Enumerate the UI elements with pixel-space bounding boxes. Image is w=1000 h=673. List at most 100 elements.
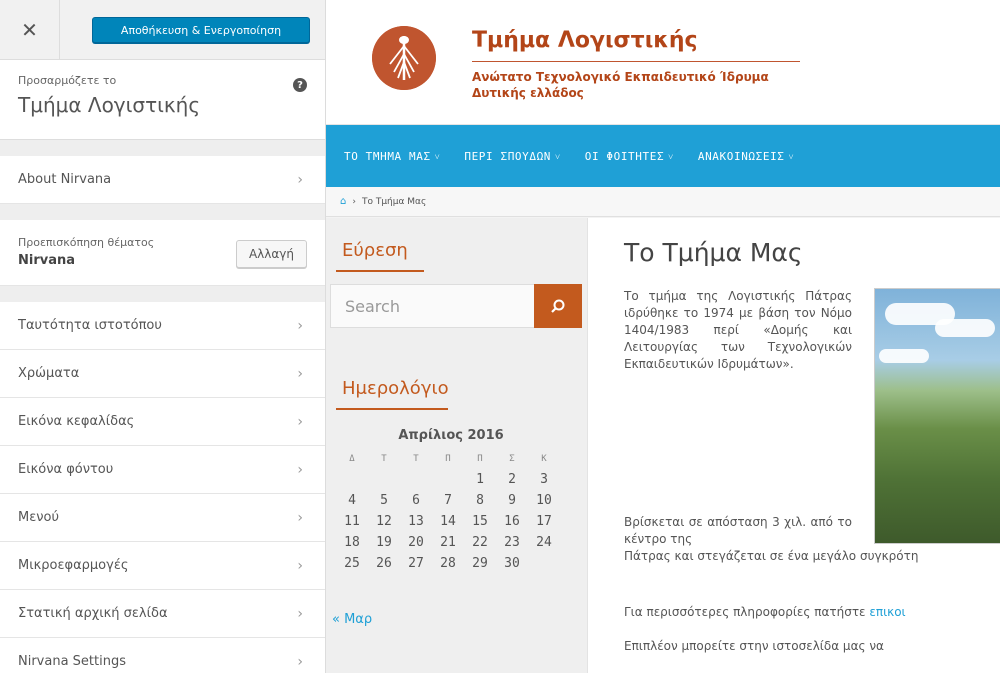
save-activate-button[interactable]: Αποθήκευση & Ενεργοποίηση: [92, 17, 310, 43]
calendar-weekday: Τ: [413, 453, 419, 464]
nav-item-students[interactable]: ΟΙ ΦΟΙΤΗΤΕΣ ˅: [585, 150, 674, 163]
section-label: Μικροεφαρμογές: [18, 558, 129, 573]
chevron-right-icon: ›: [297, 605, 303, 622]
section-site-identity[interactable]: Ταυτότητα ιστοτόπου ›: [0, 302, 325, 350]
section-colors[interactable]: Χρώματα ›: [0, 350, 325, 398]
change-theme-button[interactable]: Αλλαγή: [235, 240, 307, 268]
calendar-day: 25: [344, 556, 360, 571]
section-label: Στατική αρχική σελίδα: [18, 606, 168, 621]
section-label: Μενού: [18, 510, 59, 525]
location-paragraph-continued: Πάτρας και στεγάζεται σε ένα μεγάλο συγκ…: [624, 549, 919, 563]
section-nirvana-settings[interactable]: Nirvana Settings ›: [0, 638, 325, 673]
calendar-day: 7: [444, 493, 452, 508]
section-label: Ταυτότητα ιστοτόπου: [18, 318, 162, 333]
nav-item-announcements[interactable]: ΑΝΑΚΟΙΝΩΣΕΙΣ ˅: [698, 150, 794, 163]
calendar-day: 11: [344, 514, 360, 529]
section-label: Εικόνα κεφαλίδας: [18, 414, 135, 429]
more-info-text: Για περισσότερες πληροφορίες πατήστε: [624, 605, 870, 619]
site-subtitle-line-2: Δυτικής ελλάδος: [472, 86, 584, 100]
calendar-prev-month-link[interactable]: « Μαρ: [332, 612, 372, 627]
help-icon[interactable]: ?: [293, 78, 307, 92]
chevron-right-icon: ›: [297, 171, 303, 188]
calendar-day: 27: [408, 556, 424, 571]
calendar-day: 30: [504, 556, 520, 571]
calendar-day: 20: [408, 535, 424, 550]
calendar-day: 17: [536, 514, 552, 529]
intro-paragraph: Το τμήμα της Λογιστικής Πάτρας ιδρύθηκε …: [624, 289, 852, 371]
breadcrumb-current: Το Τμήμα Μας: [361, 196, 427, 207]
nav-item-department[interactable]: ΤΟ ΤΜΗΜΑ ΜΑΣ ˅: [344, 150, 440, 163]
calendar-day: 2: [508, 472, 516, 487]
calendar-day: 6: [412, 493, 420, 508]
site-preview: Τμήμα Λογιστικής Ανώτατο Τεχνολογικό Εκπ…: [326, 0, 1000, 673]
customizing-label: Προσαρμόζετε το: [18, 74, 117, 87]
customizer-panel: ✕ Αποθήκευση & Ενεργοποίηση Προσαρμόζετε…: [0, 0, 326, 673]
calendar-day: 5: [380, 493, 388, 508]
calendar-day: 29: [472, 556, 488, 571]
calendar-day: 21: [440, 535, 456, 550]
calendar-day: 24: [536, 535, 552, 550]
extra-paragraph: Επιπλέον μπορείτε στην ιστοσελίδα μας να: [624, 639, 884, 653]
widget-title-underline: [336, 270, 424, 272]
section-static-front-page[interactable]: Στατική αρχική σελίδα ›: [0, 590, 325, 638]
section-label: About Nirvana: [18, 172, 112, 187]
search-input[interactable]: Search: [330, 284, 554, 328]
institution-logo[interactable]: [372, 26, 436, 90]
chevron-down-icon: ˅: [788, 152, 795, 163]
calendar-day: 28: [440, 556, 456, 571]
calendar-caption: Απρίλιος 2016: [398, 428, 504, 443]
chevron-right-icon: ›: [297, 461, 303, 478]
breadcrumb-separator: ›: [352, 196, 356, 207]
contact-link[interactable]: επικοι: [869, 605, 905, 619]
calendar-weekday: Τ: [381, 453, 387, 464]
calendar-day: 10: [536, 493, 552, 508]
widget-title-underline: [336, 408, 448, 410]
customizer-info: Προσαρμόζετε το Τμήμα Λογιστικής ?: [0, 60, 325, 140]
calendar-day: 14: [440, 514, 456, 529]
nav-item-studies[interactable]: ΠΕΡΙ ΣΠΟΥΔΩΝ ˅: [464, 150, 560, 163]
main-navigation: ΤΟ ΤΜΗΜΑ ΜΑΣ ˅ ΠΕΡΙ ΣΠΟΥΔΩΝ ˅ ΟΙ ΦΟΙΤΗΤΕΣ ˅…: [326, 125, 1000, 187]
calendar-day: [400, 469, 432, 490]
section-background-image[interactable]: Εικόνα φόντου ›: [0, 446, 325, 494]
calendar-day: 15: [472, 514, 488, 529]
calendar-weekday: Π: [477, 453, 483, 464]
chevron-right-icon: ›: [297, 413, 303, 430]
customizer-header: ✕ Αποθήκευση & Ενεργοποίηση: [0, 0, 325, 60]
calendar-day: 4: [348, 493, 356, 508]
calendar-day: 8: [476, 493, 484, 508]
chevron-down-icon: ˅: [555, 152, 561, 163]
location-paragraph: Βρίσκεται σε απόσταση 3 χιλ. από το κέντ…: [624, 515, 852, 546]
department-photo: [874, 288, 1000, 544]
search-icon: [551, 299, 565, 313]
calendar-grid: Δ Τ Τ Π Π Σ Κ 1 2 3 4 5 6 7 8 9 10 11 12…: [336, 448, 560, 574]
section-menus[interactable]: Μενού ›: [0, 494, 325, 542]
section-label: Χρώματα: [18, 366, 80, 381]
section-about-nirvana[interactable]: About Nirvana ›: [0, 156, 325, 204]
search-button[interactable]: [534, 284, 582, 328]
calendar-day: 16: [504, 514, 520, 529]
close-icon[interactable]: ✕: [0, 0, 60, 60]
nav-label: ΑΝΑΚΟΙΝΩΣΕΙΣ: [697, 149, 785, 163]
calendar-day: 3: [540, 472, 548, 487]
calendar-day: 23: [504, 535, 520, 550]
calendar-day: 1: [476, 472, 484, 487]
calendar-day: 22: [472, 535, 488, 550]
search-widget-title: Εύρεση: [342, 240, 408, 261]
site-title[interactable]: Τμήμα Λογιστικής: [472, 28, 698, 53]
nav-label: ΟΙ ΦΟΙΤΗΤΕΣ: [584, 149, 665, 163]
chevron-right-icon: ›: [297, 557, 303, 574]
calendar-day: 12: [376, 514, 392, 529]
home-icon[interactable]: ⌂: [340, 196, 346, 207]
section-header-image[interactable]: Εικόνα κεφαλίδας ›: [0, 398, 325, 446]
section-widgets[interactable]: Μικροεφαρμογές ›: [0, 542, 325, 590]
more-info-paragraph: Για περισσότερες πληροφορίες πατήστε επι…: [624, 604, 994, 621]
page-content: Το Τμήμα Μας Το τμήμα της Λογιστικής Πάτ…: [588, 218, 1000, 673]
chevron-down-icon: ˅: [668, 152, 674, 163]
calendar-day: 18: [344, 535, 360, 550]
calendar-day: [432, 469, 464, 490]
breadcrumb: ⌂ › Το Τμήμα Μας: [326, 187, 1000, 217]
calendar-day: [368, 469, 400, 490]
